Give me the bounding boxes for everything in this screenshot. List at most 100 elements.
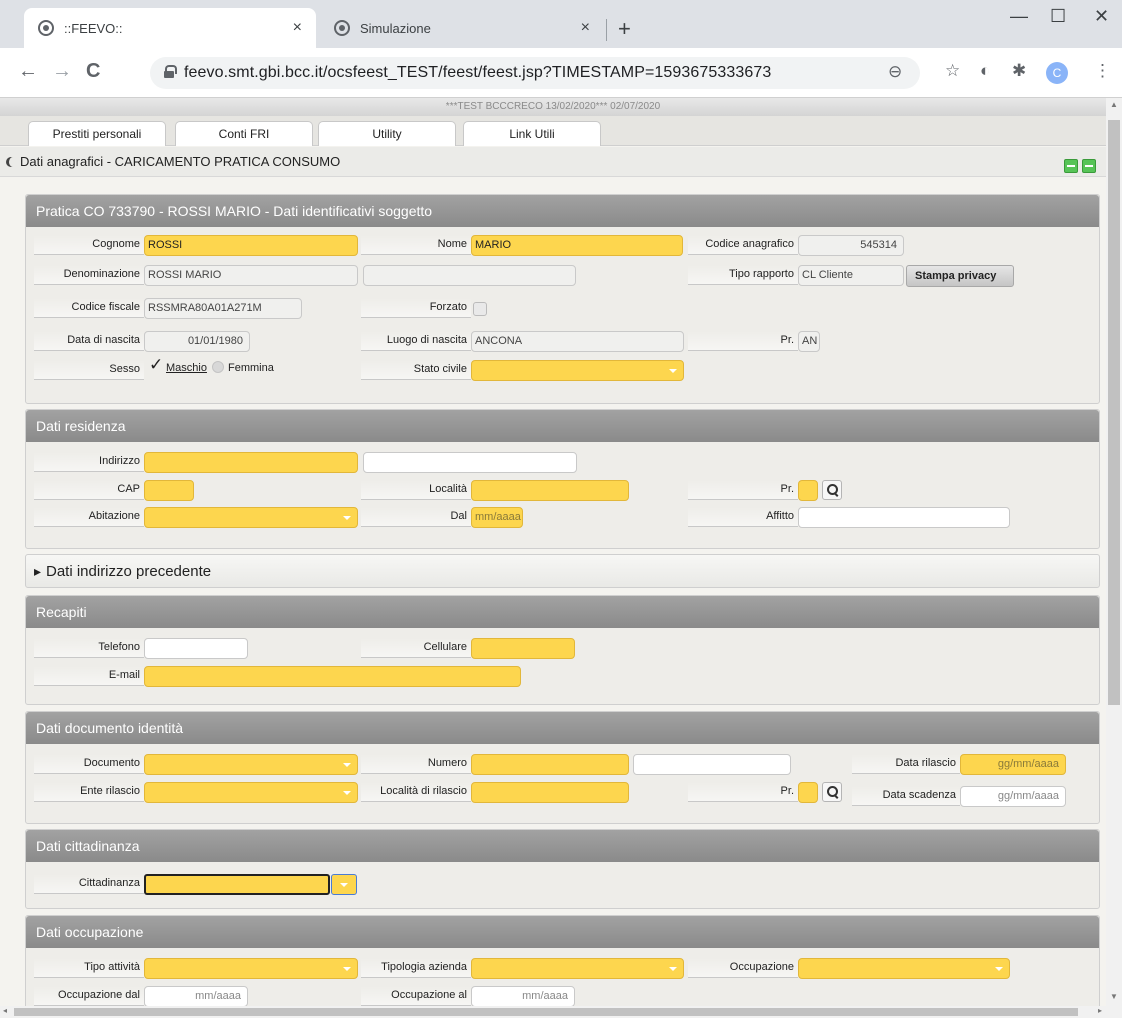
dal-field[interactable]: mm/aaaa: [471, 507, 523, 528]
label-cellulare: Cellulare: [361, 638, 471, 658]
label-tipo-rapporto: Tipo rapporto: [688, 265, 798, 285]
telefono-field[interactable]: [144, 638, 248, 659]
minimize-button[interactable]: —: [1010, 6, 1028, 27]
section-header: Dati anagrafici - CARICAMENTO PRATICA CO…: [0, 147, 1106, 177]
panel-header: Dati occupazione: [26, 916, 1099, 948]
scrollbar-thumb[interactable]: [14, 1008, 1078, 1016]
moon-icon: [6, 157, 17, 167]
data-scadenza-field[interactable]: gg/mm/aaaa: [960, 786, 1066, 807]
tab-link-utili[interactable]: Link Utili: [463, 121, 601, 146]
close-tab-icon[interactable]: ×: [581, 19, 590, 37]
extensions-puzzle-icon[interactable]: ✱: [1012, 61, 1026, 81]
horizontal-scrollbar[interactable]: ◂ ▸: [0, 1006, 1122, 1018]
zoom-icon[interactable]: ⊖: [888, 62, 902, 82]
chevron-down-icon: [995, 967, 1003, 971]
label-codice-anagrafico: Codice anagrafico: [688, 235, 798, 255]
forward-button[interactable]: →: [52, 60, 72, 83]
panel-header[interactable]: Dati indirizzo precedente: [46, 563, 211, 580]
scrollbar-thumb[interactable]: [1108, 120, 1120, 705]
new-tab-button[interactable]: +: [618, 16, 631, 42]
bookmark-star-icon[interactable]: ☆: [945, 61, 960, 81]
label-data-nascita: Data di nascita: [34, 331, 144, 351]
tab-conti-fri[interactable]: Conti FRI: [175, 121, 313, 146]
cap-field[interactable]: [144, 480, 194, 501]
close-tab-icon[interactable]: ×: [293, 19, 302, 37]
label-documento: Documento: [34, 754, 144, 774]
vertical-scrollbar[interactable]: ▲ ▼: [1106, 98, 1122, 1006]
maximize-button[interactable]: ☐: [1050, 6, 1066, 27]
pr-field[interactable]: [798, 782, 818, 803]
label-indirizzo: Indirizzo: [34, 452, 144, 472]
search-icon[interactable]: [822, 480, 842, 500]
label-cognome: Cognome: [34, 235, 144, 255]
maschio-check-icon[interactable]: ✓: [149, 355, 163, 375]
panel-dati-identificativi: Pratica CO 733790 - ROSSI MARIO - Dati i…: [25, 194, 1100, 404]
affitto-field[interactable]: [798, 507, 1010, 528]
back-button[interactable]: ←: [18, 60, 38, 83]
label-cap: CAP: [34, 480, 144, 500]
scroll-down-icon[interactable]: ▼: [1110, 992, 1118, 1001]
stato-civile-select[interactable]: [471, 360, 684, 381]
label-abitazione: Abitazione: [34, 507, 144, 527]
tipo-attivita-select[interactable]: [144, 958, 358, 979]
femmina-radio-label[interactable]: Femmina: [228, 362, 274, 374]
url-text: feevo.smt.gbi.bcc.it/ocsfeest_TEST/feest…: [184, 64, 772, 81]
codice-anagrafico-field: 545314: [798, 235, 904, 256]
label-pr: Pr.: [688, 782, 798, 802]
numero-field-2[interactable]: [633, 754, 791, 775]
label-codice-fiscale: Codice fiscale: [34, 298, 144, 318]
scroll-left-icon[interactable]: ◂: [3, 1006, 7, 1015]
occupazione-dal-field[interactable]: mm/aaaa: [144, 986, 248, 1006]
cittadinanza-dropdown-button[interactable]: [331, 874, 357, 895]
tab-utility[interactable]: Utility: [318, 121, 456, 146]
expand-all-icon[interactable]: [1082, 159, 1096, 173]
label-data-rilascio: Data rilascio: [852, 754, 960, 774]
occupazione-al-field[interactable]: mm/aaaa: [471, 986, 575, 1006]
tipologia-azienda-select[interactable]: [471, 958, 684, 979]
scroll-up-icon[interactable]: ▲: [1110, 100, 1118, 109]
section-title: Dati anagrafici - CARICAMENTO PRATICA CO…: [20, 154, 341, 169]
collapse-all-icon[interactable]: [1064, 159, 1078, 173]
browser-tab-feevo[interactable]: ::FEEVO:: ×: [24, 8, 316, 48]
occupazione-select[interactable]: [798, 958, 1010, 979]
codice-fiscale-field: RSSMRA80A01A271M: [144, 298, 302, 319]
femmina-radio[interactable]: [212, 361, 224, 373]
globe-icon: [38, 20, 54, 36]
panel-dati-indirizzo-precedente[interactable]: ▸ Dati indirizzo precedente: [25, 554, 1100, 588]
close-window-button[interactable]: ✕: [1094, 6, 1109, 27]
menu-icon[interactable]: ⋮: [1094, 61, 1111, 81]
cittadinanza-select[interactable]: [144, 874, 330, 895]
maschio-radio-label[interactable]: Maschio: [166, 362, 207, 374]
browser-tab-simulazione[interactable]: Simulazione ×: [320, 8, 604, 48]
documento-select[interactable]: [144, 754, 358, 775]
localita-field[interactable]: [471, 480, 629, 501]
chevron-down-icon: [340, 883, 348, 887]
cellulare-field[interactable]: [471, 638, 575, 659]
cognome-field[interactable]: ROSSI: [144, 235, 358, 256]
data-rilascio-field[interactable]: gg/mm/aaaa: [960, 754, 1066, 775]
app-tab-bar: Prestiti personali Conti FRI Utility Lin…: [0, 116, 1106, 146]
numero-field[interactable]: [471, 754, 629, 775]
indirizzo-field-2[interactable]: [363, 452, 577, 473]
label-tipo-attivita: Tipo attività: [34, 958, 144, 978]
profile-avatar[interactable]: C: [1046, 62, 1068, 84]
ente-rilascio-select[interactable]: [144, 782, 358, 803]
localita-rilascio-field[interactable]: [471, 782, 629, 803]
denominazione-field: ROSSI MARIO: [144, 265, 358, 286]
tab-title: ::FEEVO::: [64, 20, 123, 36]
address-bar[interactable]: feevo.smt.gbi.bcc.it/ocsfeest_TEST/feest…: [150, 57, 920, 89]
scroll-right-icon[interactable]: ▸: [1098, 1006, 1102, 1015]
forzato-checkbox[interactable]: [473, 302, 487, 316]
tab-prestiti-personali[interactable]: Prestiti personali: [28, 121, 166, 146]
search-icon[interactable]: [822, 782, 842, 802]
reload-button[interactable]: C: [86, 60, 100, 83]
indirizzo-field[interactable]: [144, 452, 358, 473]
stampa-privacy-button[interactable]: Stampa privacy: [906, 265, 1014, 287]
email-field[interactable]: [144, 666, 521, 687]
pr-field[interactable]: [798, 480, 818, 501]
abitazione-select[interactable]: [144, 507, 358, 528]
label-affitto: Affitto: [688, 507, 798, 527]
nome-field[interactable]: MARIO: [471, 235, 683, 256]
label-occupazione-dal: Occupazione dal: [34, 986, 144, 1006]
extension-icon[interactable]: ◐: [980, 61, 990, 81]
